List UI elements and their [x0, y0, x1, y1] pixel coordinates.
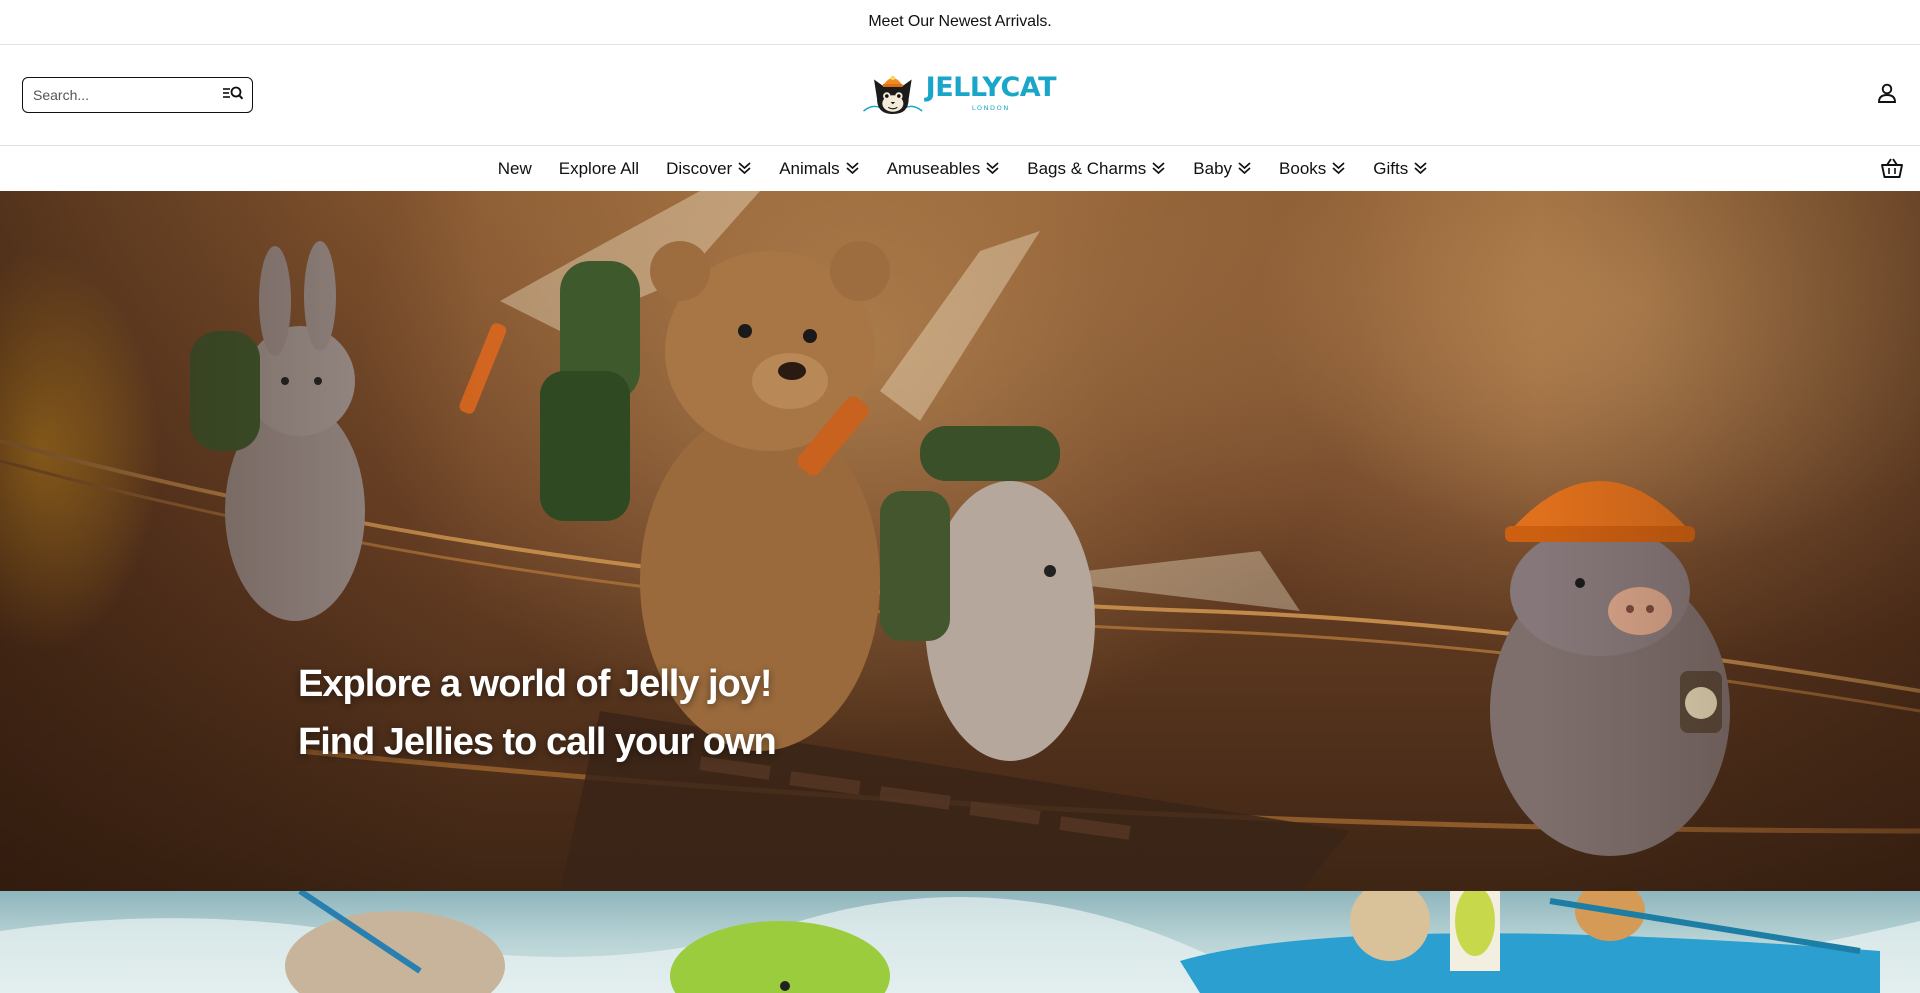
double-chevron-down-icon — [1331, 161, 1346, 176]
announcement-text[interactable]: Meet Our Newest Arrivals. — [868, 13, 1051, 31]
nav-item-amuseables[interactable]: Amuseables — [887, 159, 1001, 179]
site-header: JELLYCAT LONDON — [0, 45, 1920, 146]
nav-item-label: Books — [1279, 158, 1327, 178]
nav-item-label: Animals — [779, 158, 840, 178]
nav-item-new[interactable]: New — [498, 159, 532, 179]
search-input[interactable] — [33, 87, 218, 103]
double-chevron-down-icon — [1151, 161, 1166, 176]
nav-item-baby[interactable]: Baby — [1193, 159, 1252, 179]
double-chevron-down-icon — [1413, 161, 1428, 176]
main-navigation: New Explore All Discover Animals Amuseables B… — [0, 146, 1920, 191]
hero-line-2: Find Jellies to call your own — [298, 721, 777, 763]
nav-item-label: Gifts — [1373, 158, 1409, 178]
double-chevron-down-icon — [1237, 161, 1252, 176]
logo-wordmark: JELLYCAT — [925, 72, 1057, 103]
cat-logo-icon — [863, 75, 923, 115]
search-box — [22, 77, 253, 113]
nav-item-books[interactable]: Books — [1279, 159, 1346, 179]
hero-vignette — [0, 191, 1920, 891]
nav-item-label: Discover — [666, 158, 733, 178]
nav-item-gifts[interactable]: Gifts — [1373, 159, 1428, 179]
site-logo[interactable]: JELLYCAT LONDON — [862, 61, 1057, 125]
rafting-scene-illustration — [0, 891, 1920, 993]
search-icon[interactable] — [222, 85, 244, 105]
nav-item-label: Amuseables — [886, 158, 981, 178]
nav-item-bags-charms[interactable]: Bags & Charms — [1027, 159, 1166, 179]
nav-item-explore-all[interactable]: Explore All — [559, 159, 639, 179]
nav-item-label: Bags & Charms — [1027, 158, 1147, 178]
nav-list: New Explore All Discover Animals Amuseables B… — [484, 159, 1442, 179]
hero-line-1: Explore a world of Jelly joy! — [298, 663, 773, 705]
account-icon[interactable] — [1876, 82, 1898, 104]
nav-item-label: Baby — [1193, 158, 1233, 178]
double-chevron-down-icon — [737, 161, 752, 176]
nav-item-label: New — [497, 158, 532, 178]
nav-item-label: Explore All — [558, 158, 640, 178]
secondary-banner[interactable] — [0, 891, 1920, 993]
announcement-bar: Meet Our Newest Arrivals. — [0, 0, 1920, 45]
double-chevron-down-icon — [845, 161, 860, 176]
basket-icon[interactable] — [1880, 157, 1904, 179]
nav-item-discover[interactable]: Discover — [666, 159, 752, 179]
nav-item-animals[interactable]: Animals — [779, 159, 859, 179]
hero-headline: Explore a world of Jelly joy! Find Jelli… — [298, 655, 777, 771]
logo-subtitle: LONDON — [971, 104, 1010, 112]
hero-banner[interactable]: Explore a world of Jelly joy! Find Jelli… — [0, 191, 1920, 891]
double-chevron-down-icon — [985, 161, 1000, 176]
